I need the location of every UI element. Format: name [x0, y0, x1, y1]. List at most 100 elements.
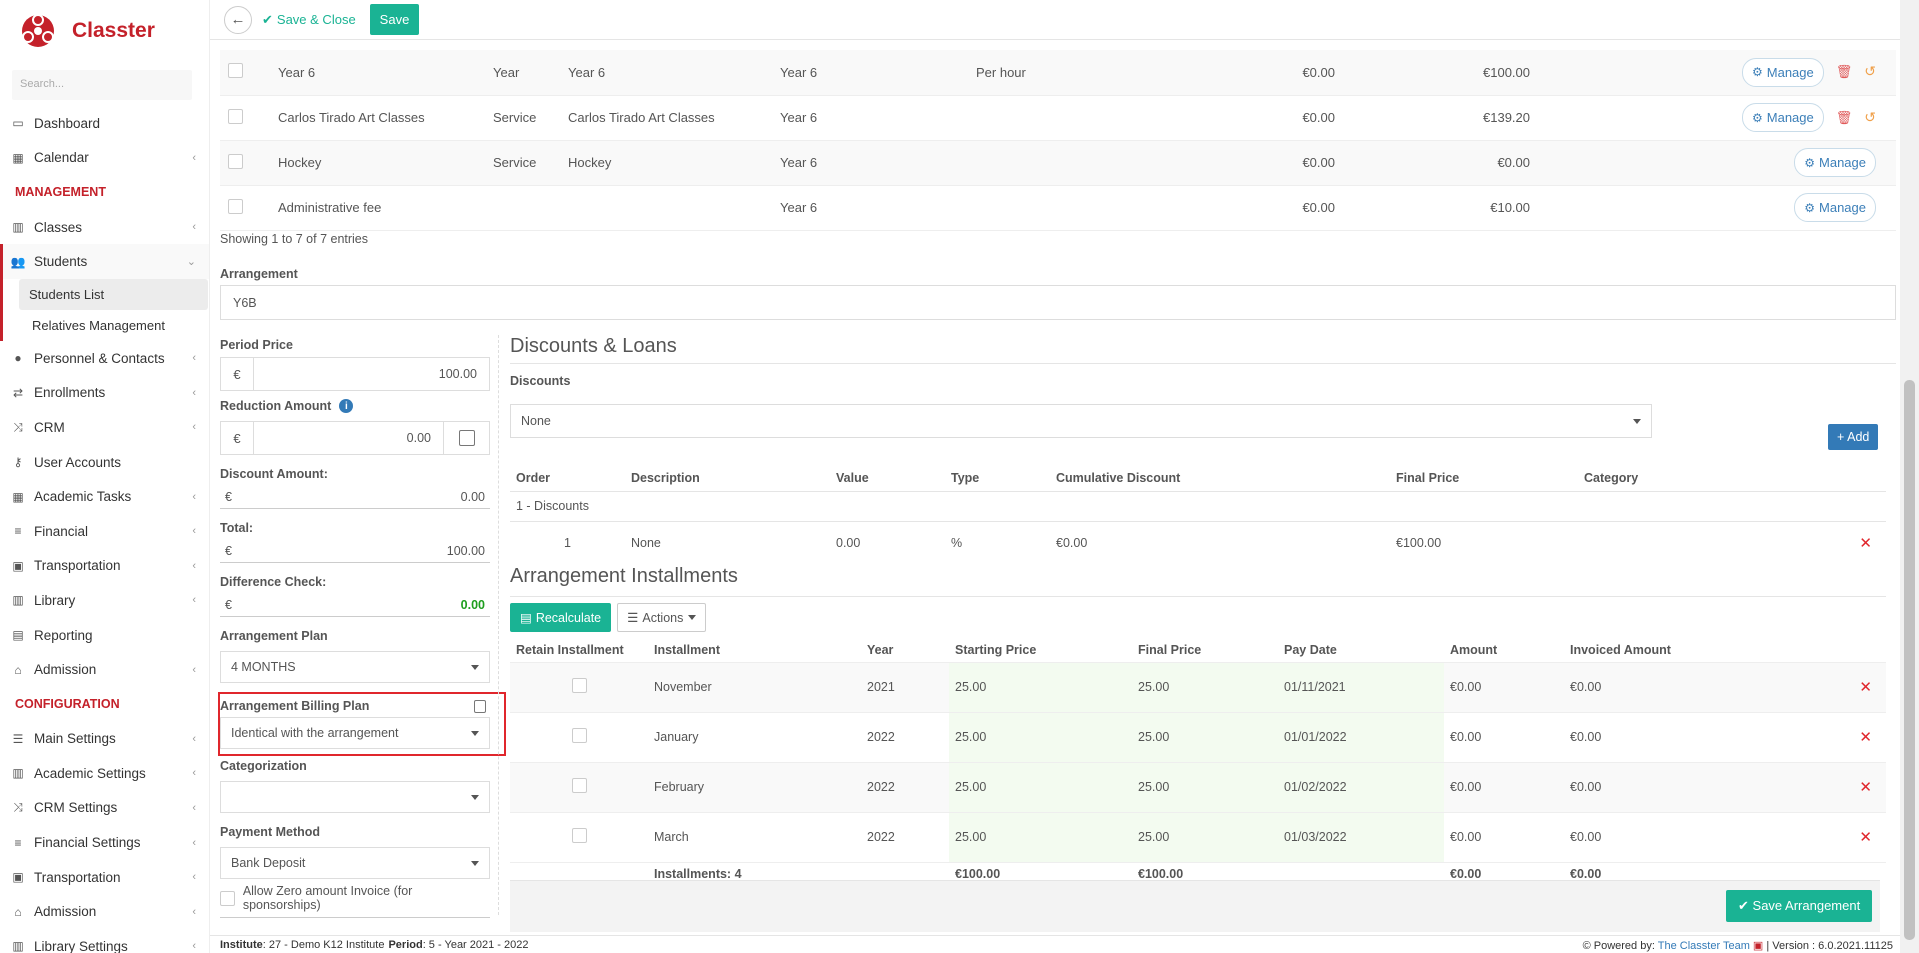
back-button[interactable]: ←: [224, 5, 252, 34]
section-management: MANAGEMENT: [15, 185, 106, 200]
recalculate-button[interactable]: ▤ Recalculate: [510, 603, 612, 632]
sidebar-item-user-accounts[interactable]: ⚷ User Accounts: [0, 445, 209, 480]
installment-start[interactable]: 25.00: [949, 712, 1132, 762]
installment-final[interactable]: 25.00: [1132, 762, 1278, 812]
info-icon[interactable]: i: [339, 399, 354, 413]
installment-start[interactable]: 25.00: [949, 662, 1132, 712]
sidebar-item-transportation[interactable]: ▣ Transportation ‹: [0, 549, 209, 584]
history-icon[interactable]: ↺: [1864, 109, 1876, 125]
sidebar-item-library[interactable]: ▥ Library ‹: [0, 583, 209, 618]
sidebar-item-academic-tasks[interactable]: ▦ Academic Tasks ‹: [0, 479, 209, 514]
arrangement-plan-select[interactable]: 4 MONTHS: [220, 651, 490, 683]
installment-final[interactable]: 25.00: [1132, 712, 1278, 762]
sidebar-item-reporting[interactable]: ▤ Reporting: [0, 618, 209, 653]
save-arrangement-button[interactable]: ✔ Save Arrangement: [1726, 890, 1873, 922]
trash-icon[interactable]: 🗑: [1836, 110, 1853, 125]
retain-checkbox[interactable]: [571, 778, 587, 793]
row-checkbox[interactable]: [228, 63, 243, 79]
reduction-amount-input[interactable]: 0.00: [254, 422, 443, 454]
col-cumulative[interactable]: Cumulative Discount: [1050, 465, 1390, 491]
sidebar-item-admission[interactable]: ⌂ Admission ‹: [0, 652, 209, 687]
retain-checkbox[interactable]: [571, 728, 587, 743]
sidebar-item-main-settings[interactable]: ☰ Main Settings ‹: [0, 722, 209, 757]
col-final-price[interactable]: Final Price: [1390, 465, 1578, 491]
gears-icon: ⚙: [1752, 65, 1763, 80]
actions-label: Actions: [642, 610, 684, 625]
installment-date[interactable]: 01/03/2022: [1278, 812, 1444, 862]
payment-method-select[interactable]: Bank Deposit: [220, 847, 490, 879]
row-checkbox[interactable]: [228, 198, 243, 214]
manage-button[interactable]: ⚙ Manage: [1742, 57, 1824, 87]
sidebar-item-personnel[interactable]: ● Personnel & Contacts ‹: [0, 341, 209, 376]
history-icon[interactable]: ↺: [1864, 63, 1876, 79]
col-category[interactable]: Category: [1578, 465, 1886, 491]
sidebar-item-classes[interactable]: ▥ Classes ‹: [0, 210, 209, 245]
team-link[interactable]: The Classter Team: [1658, 940, 1750, 952]
remove-icon[interactable]: ✕: [1859, 779, 1872, 796]
sidebar-item-enrollments[interactable]: ⇄ Enrollments ‹: [0, 376, 209, 411]
save-button[interactable]: Save: [369, 4, 420, 35]
sidebar-item-dashboard[interactable]: ▭ Dashboard: [0, 106, 209, 141]
manage-button[interactable]: ⚙ Manage: [1742, 103, 1824, 132]
period-value: : 5 - Year 2021 - 2022: [422, 938, 529, 951]
installment-date[interactable]: 01/11/2021: [1278, 662, 1444, 712]
installment-date[interactable]: 01/02/2022: [1278, 762, 1444, 812]
check-icon: ✔: [262, 11, 273, 27]
installment-date[interactable]: 01/01/2022: [1278, 712, 1444, 762]
sidebar-item-relatives-management[interactable]: Relatives Management: [0, 309, 209, 341]
remove-icon[interactable]: ✕: [1859, 829, 1872, 846]
sidebar-item-library-settings[interactable]: ▥ Library Settings ‹: [0, 929, 209, 953]
sidebar-item-financial[interactable]: ≡ Financial ‹: [0, 514, 209, 549]
row-checkbox[interactable]: [228, 108, 243, 124]
installment-start[interactable]: 25.00: [949, 762, 1132, 812]
save-close-button[interactable]: ✔ Save & Close: [262, 12, 356, 28]
manage-button[interactable]: ⚙ Manage: [1794, 193, 1876, 222]
sidebar-item-transportation-settings[interactable]: ▣ Transportation ‹: [0, 860, 209, 895]
sidebar-search-input[interactable]: Search...: [12, 70, 192, 100]
add-discount-button[interactable]: + Add: [1828, 424, 1879, 450]
col-order[interactable]: Order: [510, 465, 625, 491]
retain-checkbox[interactable]: [571, 828, 587, 843]
installment-final[interactable]: 25.00: [1132, 662, 1278, 712]
remove-icon[interactable]: ✕: [1859, 729, 1872, 746]
sidebar-item-crm-settings[interactable]: ⤨ CRM Settings ‹: [0, 791, 209, 826]
installment-final[interactable]: 25.00: [1132, 812, 1278, 862]
row-checkbox[interactable]: [228, 153, 243, 169]
sidebar-item-financial-settings[interactable]: ≡ Financial Settings ‹: [0, 825, 209, 860]
sidebar-item-academic-settings[interactable]: ▥ Academic Settings ‹: [0, 756, 209, 791]
save-arrangement-label: Save Arrangement: [1752, 898, 1861, 913]
logo[interactable]: Classter: [18, 10, 155, 52]
scrollbar[interactable]: [1900, 0, 1919, 953]
col-value[interactable]: Value: [830, 465, 945, 491]
arrangement-input[interactable]: Y6B: [220, 285, 1896, 320]
remove-icon[interactable]: ✕: [1859, 679, 1872, 696]
actions-dropdown[interactable]: ☰ Actions: [617, 603, 707, 632]
col-type[interactable]: Type: [945, 465, 1050, 491]
manage-button[interactable]: ⚙ Manage: [1794, 148, 1876, 177]
installment-amount: €0.00: [1450, 830, 1482, 844]
service-type: [485, 185, 560, 231]
sidebar-item-calendar[interactable]: ▦ Calendar ‹: [0, 141, 209, 176]
discounts-table: Order Description Value Type Cumulative …: [510, 465, 1886, 565]
sidebar-item-admission-settings[interactable]: ⌂ Admission ‹: [0, 894, 209, 929]
col-description[interactable]: Description: [625, 465, 830, 491]
currency-symbol: €: [225, 598, 232, 612]
sidebar-item-students-list[interactable]: Students List: [0, 278, 208, 310]
installment-start[interactable]: 25.00: [949, 812, 1132, 862]
difference-check-value: €0.00: [220, 595, 490, 617]
sidebar-item-students[interactable]: 👥 Students ⌄: [0, 244, 209, 279]
remove-icon[interactable]: ✕: [1859, 535, 1872, 552]
scrollbar-thumb[interactable]: [1904, 380, 1915, 940]
retain-checkbox[interactable]: [571, 678, 587, 693]
discounts-select[interactable]: None: [510, 404, 1652, 438]
table-row: January 2022 25.00 25.00 01/01/2022 €0.0…: [510, 712, 1886, 762]
sidebar-item-crm[interactable]: ⤨ CRM ‹: [0, 410, 209, 445]
list-icon: ☰: [627, 611, 639, 625]
period-price-input[interactable]: 100.00: [254, 358, 489, 390]
service-name: Hockey: [270, 140, 485, 186]
zero-amount-checkbox[interactable]: [220, 890, 235, 906]
discount-order: 1: [564, 536, 571, 551]
calculator-button[interactable]: [443, 422, 489, 454]
categorization-select[interactable]: [220, 781, 490, 813]
trash-icon[interactable]: 🗑: [1836, 64, 1853, 79]
